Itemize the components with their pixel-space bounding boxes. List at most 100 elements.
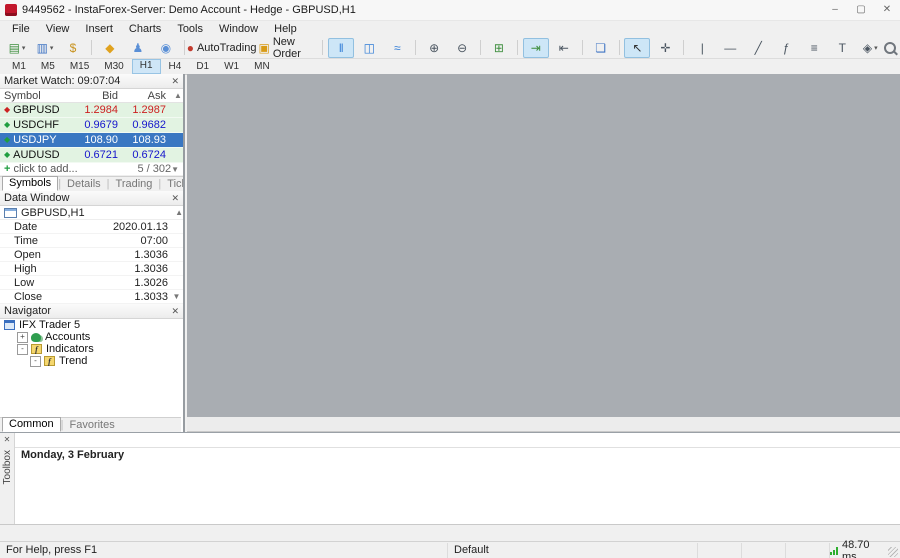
ask-value: 0.6724 <box>132 149 166 161</box>
status-bar: For Help, press F1 Default 48.70 ms <box>0 539 900 558</box>
bid-value: 1.2984 <box>84 104 118 116</box>
tab-details[interactable]: Details <box>61 178 107 191</box>
tab-trading[interactable]: Trading <box>110 178 159 191</box>
close-icon[interactable]: ✕ <box>4 435 11 444</box>
navigator-header: Navigator ✕ <box>0 304 183 319</box>
timeframe-w1[interactable]: W1 <box>217 60 246 73</box>
market-watch-row-usdchf[interactable]: ◆ USDCHF 0.9679 0.9682 <box>0 118 183 133</box>
chart-area <box>187 74 900 417</box>
bars-icon: ‖ <box>338 40 344 55</box>
new-chart-button[interactable]: ▤ ▾ <box>4 38 30 58</box>
tree-item-trend[interactable]: - f Trend <box>0 355 183 367</box>
timeframe-h1[interactable]: H1 <box>131 59 161 74</box>
column-header-symbol[interactable]: Symbol <box>0 90 70 102</box>
signals-button[interactable]: ◉ <box>153 38 179 58</box>
add-symbol-icon[interactable]: + <box>4 163 10 175</box>
menu-view[interactable]: View <box>38 23 78 35</box>
bars-button[interactable]: ‖ <box>328 37 355 58</box>
menu-charts[interactable]: Charts <box>121 23 169 35</box>
data-window-row-open: Open 1.3036 <box>0 248 183 262</box>
timeframe-m5[interactable]: M5 <box>34 60 62 73</box>
tab-ticks[interactable]: Ticks <box>161 178 183 191</box>
zoom-in-button[interactable]: ⊕ <box>421 38 447 58</box>
connection-signal-icon <box>830 546 838 555</box>
data-window-row-close: Close 1.3033 ▼ <box>0 290 183 304</box>
chevron-down-icon[interactable]: ▾ <box>22 44 26 52</box>
menu-window[interactable]: Window <box>211 23 266 35</box>
deposit-button[interactable]: ◆ <box>97 38 123 58</box>
community-button[interactable]: ♟ <box>125 38 151 58</box>
crosshair-button[interactable]: ✛ <box>652 38 678 58</box>
tab-symbols[interactable]: Symbols <box>2 176 59 191</box>
autotrading-button[interactable]: ● AutoTrading <box>187 38 257 58</box>
text-label-button[interactable]: T <box>829 38 855 58</box>
scroll-down-icon[interactable]: ▼ <box>170 292 183 301</box>
line-chart-button[interactable]: ≈ <box>384 38 410 58</box>
market-watch-row-usdjpy[interactable]: ◆ USDJPY 108.90 108.93 <box>0 133 183 148</box>
close-icon[interactable]: ✕ <box>171 76 179 87</box>
timeframe-m30[interactable]: M30 <box>97 60 130 73</box>
search-icon[interactable] <box>884 41 897 54</box>
bid-value: 0.9679 <box>84 119 118 131</box>
column-header-ask[interactable]: Ask <box>122 90 170 102</box>
tree-item-ifx-trader-5[interactable]: IFX Trader 5 <box>0 319 183 331</box>
scroll-up-icon[interactable]: ▲ <box>170 91 183 100</box>
market-watch-footer[interactable]: + click to add... 5 / 302 ▼ <box>0 163 183 176</box>
column-header-bid[interactable]: Bid <box>70 90 122 102</box>
resize-grip[interactable] <box>888 547 898 557</box>
profiles-button[interactable]: ▥ ▾ <box>32 38 58 58</box>
market-watch-row-gbpusd[interactable]: ◆ GBPUSD 1.2984 1.2987 <box>0 103 183 118</box>
close-icon[interactable]: ✕ <box>171 193 179 204</box>
cursor-button[interactable]: ↖ <box>624 37 651 58</box>
collapse-icon[interactable]: - <box>30 355 41 367</box>
tab-favorites[interactable]: Favorites <box>63 419 120 432</box>
menu-help[interactable]: Help <box>266 23 305 35</box>
chart-shift-button[interactable]: ⇤ <box>551 38 577 58</box>
candles-button[interactable]: ◫ <box>356 38 382 58</box>
chevron-down-icon[interactable]: ▾ <box>50 44 54 52</box>
history-center-button[interactable]: $ <box>60 38 86 58</box>
close-icon[interactable]: ✕ <box>171 306 179 317</box>
maximize-button[interactable]: ▢ <box>848 0 874 20</box>
auto-scroll-button[interactable]: ⇥ <box>522 37 549 58</box>
new-order-button[interactable]: ▣ New Order <box>255 36 317 60</box>
menu-tools[interactable]: Tools <box>169 23 211 35</box>
timeframe-h4[interactable]: H4 <box>162 60 189 73</box>
data-window-title: Data Window <box>4 192 70 204</box>
tree-item-indicators[interactable]: - f Indicators <box>0 343 183 355</box>
horizontal-line-button[interactable]: — <box>717 38 743 58</box>
trend-up-icon: ◆ <box>4 150 11 159</box>
tile-indicators-button[interactable]: ⊞ <box>486 38 512 58</box>
menu-insert[interactable]: Insert <box>77 23 121 35</box>
timeframe-m1[interactable]: M1 <box>5 60 33 73</box>
add-symbol-label[interactable]: click to add... <box>13 163 77 175</box>
status-profile[interactable]: Default <box>448 543 698 558</box>
shapes-button[interactable]: ◈ ▾ <box>857 38 883 58</box>
field-value: 07:00 <box>140 234 168 247</box>
data-window-header: Data Window ✕ <box>0 191 183 206</box>
vertical-line-button[interactable]: | <box>689 38 715 58</box>
candles-icon: ◫ <box>363 40 375 55</box>
close-button[interactable]: ✕ <box>874 0 900 20</box>
scroll-down-icon[interactable]: ▼ <box>171 165 179 174</box>
timeframe-d1[interactable]: D1 <box>189 60 216 73</box>
trendline-button[interactable]: ╱ <box>745 38 771 58</box>
minimize-button[interactable]: – <box>822 0 848 20</box>
expand-icon[interactable]: + <box>17 331 28 343</box>
collapse-icon[interactable]: - <box>17 343 28 355</box>
tile-indicators-icon: ⊞ <box>493 40 504 55</box>
timeframe-m15[interactable]: M15 <box>63 60 96 73</box>
zoom-out-button[interactable]: ⊖ <box>449 38 475 58</box>
menu-file[interactable]: File <box>4 23 38 35</box>
sidebar: Market Watch: 09:07:04 ✕ Symbol Bid Ask ▲ ◆… <box>0 74 185 432</box>
tree-item-accounts[interactable]: + Accounts <box>0 331 183 343</box>
tab-common[interactable]: Common <box>2 417 61 432</box>
tile-windows-button[interactable]: ❏ <box>588 38 614 58</box>
chevron-down-icon[interactable]: ▾ <box>874 44 878 52</box>
symbol-label: USDJPY <box>13 134 57 146</box>
timeframe-mn[interactable]: MN <box>247 60 277 73</box>
market-watch-row-audusd[interactable]: ◆ AUDUSD 0.6721 0.6724 <box>0 148 183 163</box>
fibonacci-button[interactable]: ƒ <box>773 38 799 58</box>
equidistant-button[interactable]: ≡ <box>801 38 827 58</box>
scroll-up-icon[interactable]: ▲ <box>175 208 183 217</box>
